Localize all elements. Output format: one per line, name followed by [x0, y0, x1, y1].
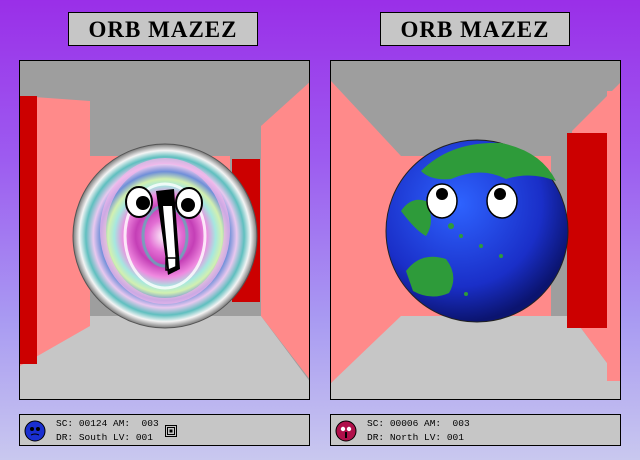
ammo-label: AM: [424, 418, 442, 429]
score-value: 00006 [389, 418, 419, 429]
ammo-value: 003 [141, 418, 159, 429]
earth-face-orb [385, 139, 569, 323]
right-maze-view [330, 60, 621, 400]
swirl-face-orb [72, 143, 258, 329]
orb-eye-right [175, 187, 203, 219]
orb-eye-right [486, 183, 518, 219]
orb-eye-left [426, 183, 458, 219]
right-maze-scene [331, 61, 620, 399]
level-value: 001 [446, 432, 464, 443]
level-value: 001 [135, 432, 153, 443]
right-status-bar: SC: 00006 AM: 003 DR: North LV: 001 [330, 414, 621, 446]
orb-eye-left [125, 186, 153, 218]
left-maze-view [19, 60, 310, 400]
score-label: SC: [367, 418, 385, 429]
left-status-bar: SC: 00124 AM: 003 DR: South LV: 001 [19, 414, 310, 446]
score-value: 00124 [78, 418, 108, 429]
level-label: LV: [424, 432, 442, 443]
right-near-wall [607, 91, 620, 381]
left-maze-scene [20, 61, 309, 399]
ammo-value: 003 [452, 418, 470, 429]
direction-value: South [78, 432, 108, 443]
score-label: SC: [56, 418, 74, 429]
maze-map-icon [165, 425, 177, 437]
left-red-wall [20, 96, 37, 364]
left-title: ORB MAZEZ [68, 12, 258, 46]
red-orb-avatar-icon [335, 420, 357, 442]
level-label: LV: [113, 432, 131, 443]
right-status-line-2: DR: North LV: 001 [367, 432, 464, 443]
direction-label: DR: [56, 432, 74, 443]
right-red-wall [567, 133, 607, 328]
direction-label: DR: [367, 432, 385, 443]
blue-orb-avatar-icon [24, 420, 46, 442]
right-status-line-1: SC: 00006 AM: 003 [367, 418, 470, 429]
direction-value: North [389, 432, 419, 443]
right-title: ORB MAZEZ [380, 12, 570, 46]
ammo-label: AM: [113, 418, 131, 429]
left-status-line-1: SC: 00124 AM: 003 [56, 418, 159, 429]
left-status-line-2: DR: South LV: 001 [56, 432, 153, 443]
